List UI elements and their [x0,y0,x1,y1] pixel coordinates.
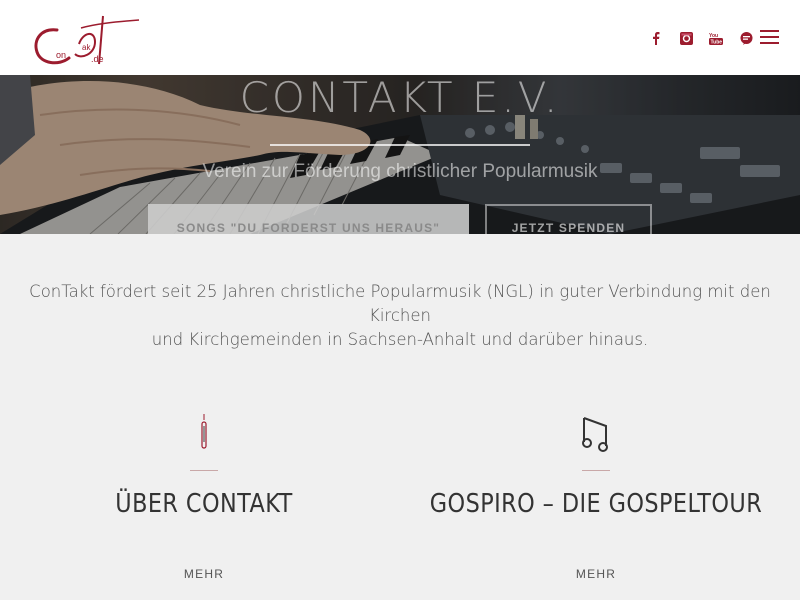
svg-text:ak: ak [82,43,91,52]
feature-gospiro: GOSPIRO – DIE GOSPELTOUR MEHR [396,410,796,581]
intro-line-1: ConTakt fördert seit 25 Jahren christlic… [29,282,771,325]
songs-button[interactable]: SONGS "DU FORDERST UNS HERAUS" [148,204,469,234]
more-link-gospiro[interactable]: MEHR [396,567,796,581]
social-links: You Tube [634,30,754,46]
site-logo[interactable]: on ak .de [33,14,143,68]
site-header: on ak .de You Tube [0,0,800,75]
feature-divider [190,470,218,471]
feature-about: ÜBER CONTAKT MEHR [4,410,404,581]
intro-line-2: und Kirchgemeinden in Sachsen-Anhalt und… [151,330,649,349]
hamburger-menu-icon[interactable] [760,30,779,46]
chat-bubble-icon[interactable] [738,30,754,46]
feature-title: ÜBER CONTAKT [115,489,293,519]
hero-subtitle: Verein zur Förderung christlicher Popula… [202,161,598,182]
youtube-icon[interactable]: You Tube [708,30,724,46]
hero-banner: CONTAKT E.V. Verein zur Förderung christ… [0,75,800,234]
hero-title: CONTAKT E.V. [239,75,561,122]
candle-icon [4,410,404,454]
feature-divider [582,470,610,471]
svg-text:on: on [56,50,66,60]
intro-text: ConTakt fördert seit 25 Jahren christlic… [0,280,800,352]
music-note-icon [396,410,796,454]
more-link-about[interactable]: MEHR [4,567,404,581]
svg-text:Tube: Tube [711,39,723,45]
facebook-icon[interactable] [648,30,664,46]
svg-text:.de: .de [91,54,104,64]
feature-title: GOSPIRO – DIE GOSPELTOUR [429,489,763,519]
hero-divider [270,144,530,146]
donate-button[interactable]: JETZT SPENDEN [485,204,652,234]
instagram-icon[interactable] [678,30,694,46]
